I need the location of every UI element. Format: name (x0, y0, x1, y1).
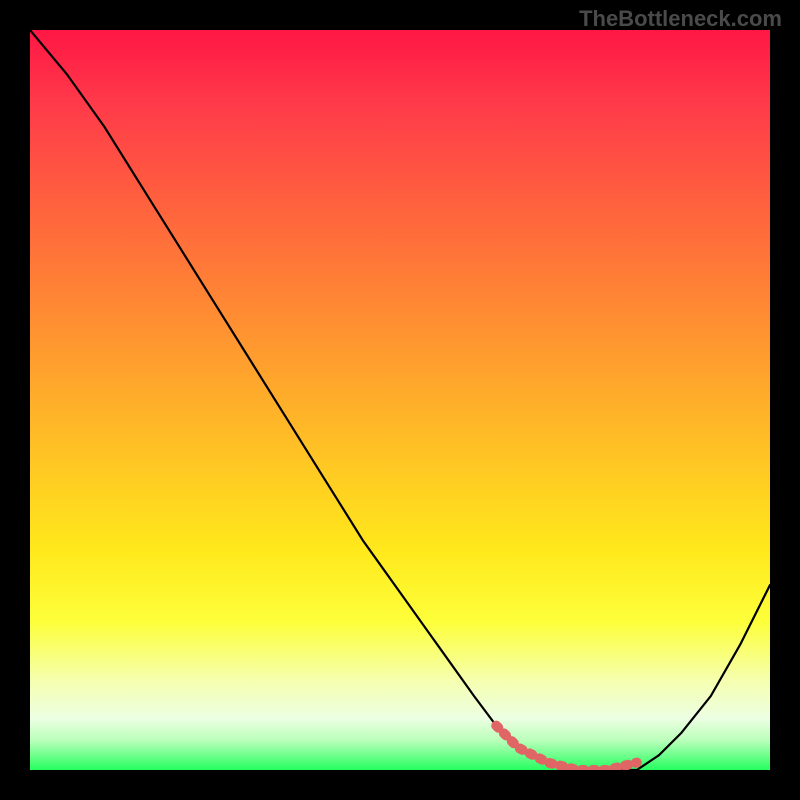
chart-svg-layer (30, 30, 770, 770)
optimal-range-highlight (496, 726, 637, 770)
chart-plot-area (30, 30, 770, 770)
watermark-text: TheBottleneck.com (579, 6, 782, 32)
bottleneck-curve-line (30, 30, 770, 770)
